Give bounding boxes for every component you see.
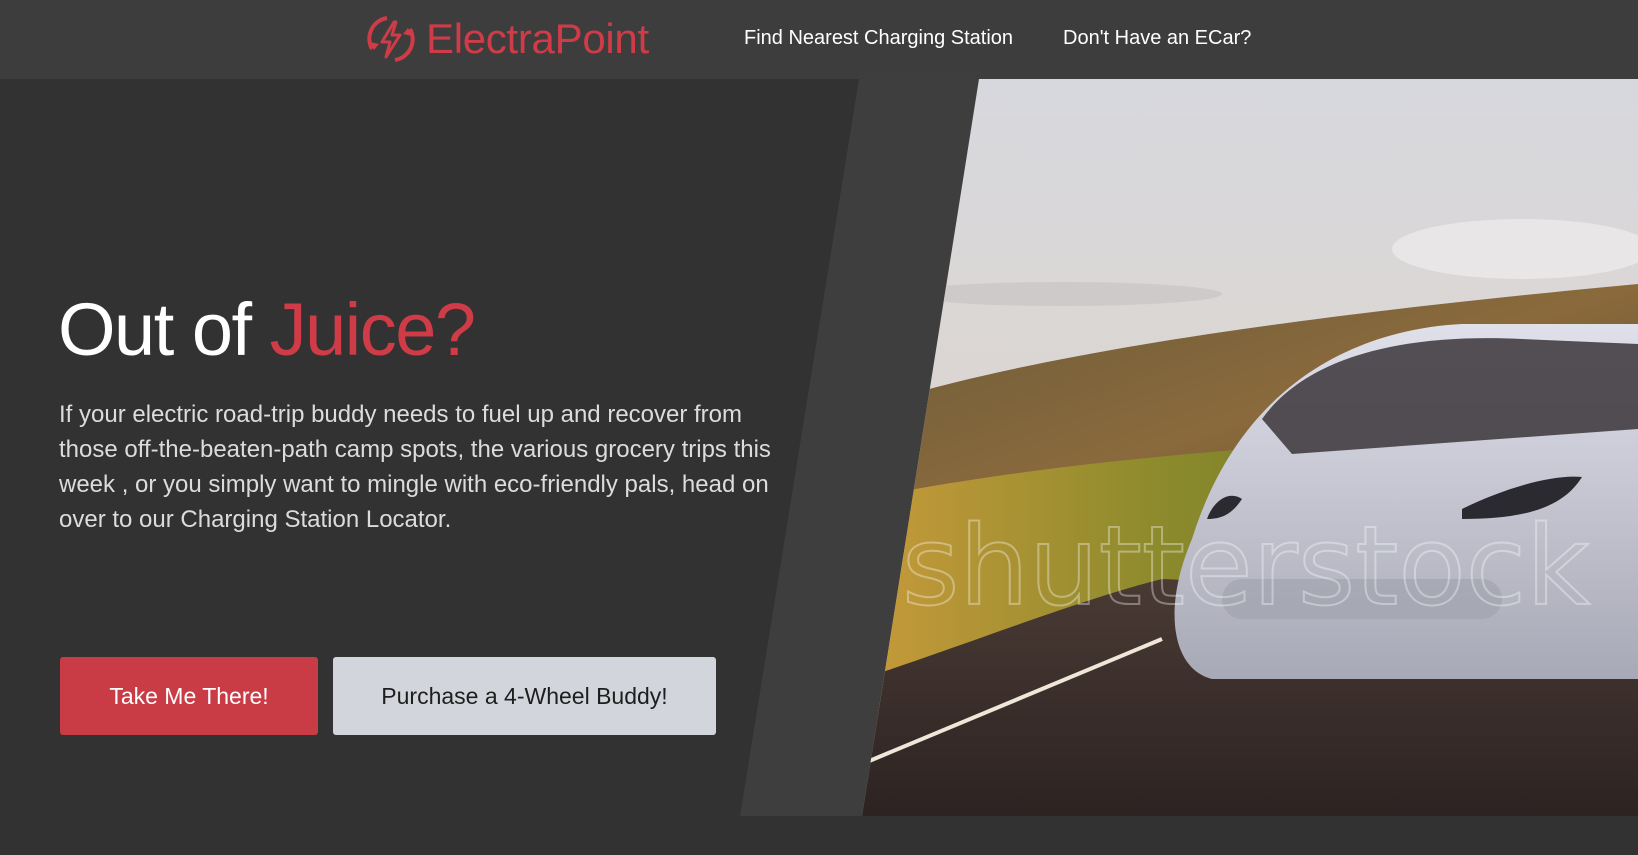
hero-description: If your electric road-trip buddy needs t…: [59, 401, 771, 533]
hero-section: shutterstock Out of Juice? If your elect…: [0, 79, 1638, 816]
headline-prefix: Out of: [58, 288, 270, 371]
take-me-there-button[interactable]: Take Me There!: [60, 657, 318, 735]
hero-car-image: shutterstock: [862, 79, 1638, 816]
image-watermark: shutterstock: [902, 502, 1590, 630]
purchase-buddy-button[interactable]: Purchase a 4-Wheel Buddy!: [333, 657, 716, 735]
brand-logo[interactable]: ElectraPoint: [366, 8, 649, 70]
navbar: ElectraPoint Find Nearest Charging Stati…: [0, 0, 1638, 79]
hero-headline: Out of Juice?: [58, 293, 476, 367]
lightning-bolt-icon: [367, 16, 415, 62]
page-bottom-strip: [0, 816, 1638, 855]
headline-accent: Juice?: [269, 288, 476, 371]
brand-name: ElectraPoint: [426, 15, 649, 62]
nav-link-find-station[interactable]: Find Nearest Charging Station: [744, 26, 1013, 50]
nav-link-no-ecar[interactable]: Don't Have an ECar?: [1063, 26, 1251, 50]
